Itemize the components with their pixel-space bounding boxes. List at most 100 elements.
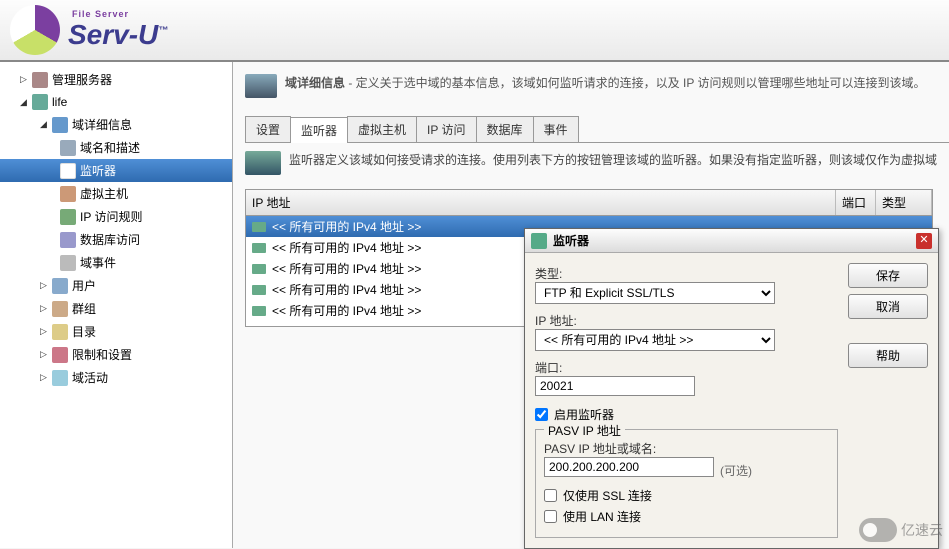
- desc-icon: [60, 140, 76, 156]
- col-port[interactable]: 端口: [836, 190, 876, 215]
- fieldset-legend: PASV IP 地址: [544, 422, 625, 439]
- enable-checkbox[interactable]: [535, 408, 548, 421]
- collapse-icon[interactable]: ◢: [20, 97, 30, 108]
- sidebar-item-group[interactable]: ▷ 群组: [0, 297, 232, 320]
- help-button[interactable]: 帮助: [848, 343, 928, 368]
- tab-event[interactable]: 事件: [533, 116, 579, 142]
- cloud-icon: [859, 518, 897, 542]
- tab-db[interactable]: 数据库: [476, 116, 534, 142]
- logo-main: Serv-U™: [68, 19, 168, 51]
- col-type[interactable]: 类型: [876, 190, 932, 215]
- globe-icon: [32, 94, 48, 110]
- page-icon: [245, 74, 277, 98]
- sidebar-label: 限制和设置: [72, 346, 132, 363]
- app-header: File Server Serv-U™: [0, 0, 949, 62]
- sidebar-label: 域事件: [80, 254, 116, 271]
- row-ip: << 所有可用的 IPv4 地址 >>: [272, 260, 421, 277]
- pasv-fieldset: PASV IP 地址 PASV IP 地址或域名: (可选) 仅使用 SSL 连…: [535, 429, 838, 538]
- sidebar-item-desc[interactable]: 域名和描述: [0, 136, 232, 159]
- sidebar-item-iprule[interactable]: IP 访问规则: [0, 205, 232, 228]
- collapse-icon[interactable]: ◢: [40, 119, 50, 130]
- sidebar-label: 域活动: [72, 369, 108, 386]
- nic-row-icon: [252, 243, 266, 253]
- folder-icon: [52, 324, 68, 340]
- tab-settings[interactable]: 设置: [245, 116, 291, 142]
- sidebar: ▷管理服务器 ◢life ◢域详细信息 域名和描述 监听器 虚拟主机 IP 访问…: [0, 62, 233, 548]
- page-description: 域详细信息 - 定义关于选中域的基本信息，该域如何监听请求的连接，以及 IP 访…: [285, 74, 925, 91]
- cancel-button[interactable]: 取消: [848, 294, 928, 319]
- sidebar-item-manage-server[interactable]: ▷管理服务器: [0, 68, 232, 91]
- sidebar-item-event[interactable]: 域事件: [0, 251, 232, 274]
- group-icon: [52, 301, 68, 317]
- expand-icon[interactable]: ▷: [40, 303, 50, 314]
- sidebar-label: 域名和描述: [80, 139, 140, 156]
- sidebar-item-activity[interactable]: ▷ 域活动: [0, 366, 232, 389]
- ip-select[interactable]: << 所有可用的 IPv4 地址 >>: [535, 329, 775, 351]
- info-icon: [52, 117, 68, 133]
- tab-listener[interactable]: 监听器: [290, 117, 348, 143]
- ssl-only-checkbox[interactable]: [544, 489, 557, 502]
- sidebar-item-vhost[interactable]: 虚拟主机: [0, 182, 232, 205]
- sidebar-item-domain-detail[interactable]: ◢ 域详细信息: [0, 113, 232, 136]
- sidebar-label: life: [52, 95, 67, 109]
- logo-icon: [10, 5, 60, 55]
- event-icon: [60, 255, 76, 271]
- dialog-titlebar[interactable]: 监听器 ✕: [525, 229, 938, 253]
- expand-icon[interactable]: ▷: [40, 349, 50, 360]
- sidebar-label: 域详细信息: [72, 116, 132, 133]
- dialog-title: 监听器: [553, 232, 916, 249]
- tab-vhost[interactable]: 虚拟主机: [347, 116, 417, 142]
- sidebar-item-domain[interactable]: ◢ life: [0, 91, 232, 113]
- sidebar-item-listener[interactable]: 监听器: [0, 159, 232, 182]
- label-lan: 使用 LAN 连接: [563, 508, 641, 525]
- expand-icon[interactable]: ▷: [20, 74, 30, 85]
- row-ip: << 所有可用的 IPv4 地址 >>: [272, 239, 421, 256]
- sidebar-label: 目录: [72, 323, 96, 340]
- lan-checkbox[interactable]: [544, 510, 557, 523]
- tab-info: 监听器定义该域如何接受请求的连接。使用列表下方的按钮管理该域的监听器。如果没有指…: [289, 151, 937, 168]
- col-ip[interactable]: IP 地址: [246, 190, 836, 215]
- label-port: 端口:: [535, 359, 838, 376]
- sidebar-label: 虚拟主机: [80, 185, 128, 202]
- watermark: 亿速云: [859, 518, 943, 542]
- sidebar-label: 用户: [72, 277, 96, 294]
- limit-icon: [52, 347, 68, 363]
- dialog-icon: [531, 233, 547, 249]
- nic-row-icon: [252, 306, 266, 316]
- watermark-text: 亿速云: [901, 520, 943, 540]
- nic-row-icon: [252, 222, 266, 232]
- activity-icon: [52, 370, 68, 386]
- sidebar-item-db[interactable]: 数据库访问: [0, 228, 232, 251]
- pasv-input[interactable]: [544, 457, 714, 477]
- type-select[interactable]: FTP 和 Explicit SSL/TLS: [535, 282, 775, 304]
- expand-icon[interactable]: ▷: [40, 326, 50, 337]
- label-type: 类型:: [535, 265, 838, 282]
- row-ip: << 所有可用的 IPv4 地址 >>: [272, 218, 421, 235]
- expand-icon[interactable]: ▷: [40, 372, 50, 383]
- label-enable: 启用监听器: [554, 406, 614, 423]
- sidebar-label: 监听器: [80, 162, 116, 179]
- sidebar-label: 数据库访问: [80, 231, 140, 248]
- user-icon: [52, 278, 68, 294]
- sidebar-item-limit[interactable]: ▷ 限制和设置: [0, 343, 232, 366]
- label-pasv: PASV IP 地址或域名:: [544, 440, 829, 457]
- vhost-icon: [60, 186, 76, 202]
- optional-note: (可选): [720, 462, 752, 479]
- logo-subtitle: File Server: [72, 9, 168, 19]
- sidebar-label: IP 访问规则: [80, 208, 142, 225]
- sidebar-item-dir[interactable]: ▷ 目录: [0, 320, 232, 343]
- sidebar-label: 群组: [72, 300, 96, 317]
- sidebar-item-user[interactable]: ▷ 用户: [0, 274, 232, 297]
- row-ip: << 所有可用的 IPv4 地址 >>: [272, 302, 421, 319]
- port-input[interactable]: [535, 376, 695, 396]
- ip-icon: [60, 209, 76, 225]
- expand-icon[interactable]: ▷: [40, 280, 50, 291]
- tab-ip[interactable]: IP 访问: [416, 116, 476, 142]
- label-ssl: 仅使用 SSL 连接: [563, 487, 652, 504]
- nic-icon: [245, 151, 281, 175]
- listener-icon: [60, 163, 76, 179]
- nic-row-icon: [252, 285, 266, 295]
- nic-row-icon: [252, 264, 266, 274]
- close-icon[interactable]: ✕: [916, 233, 932, 249]
- save-button[interactable]: 保存: [848, 263, 928, 288]
